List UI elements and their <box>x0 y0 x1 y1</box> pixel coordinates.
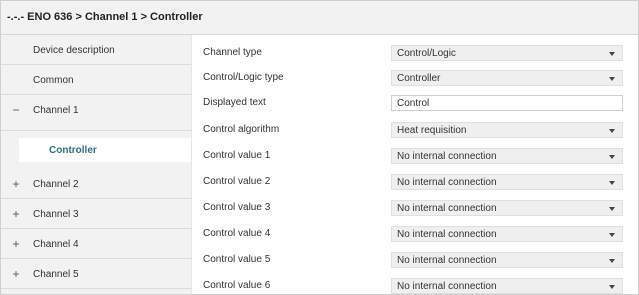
chevron-down-icon <box>609 207 615 211</box>
sidebar-item-device-description[interactable]: Device description <box>1 35 191 65</box>
sidebar-item-channel-1[interactable]: − Channel 1 <box>1 95 191 131</box>
chevron-down-icon <box>609 77 615 81</box>
control-algorithm-select[interactable]: Heat requisition <box>391 122 623 138</box>
select-value: No internal connection <box>397 255 497 266</box>
param-label: Control value 4 <box>203 228 271 239</box>
collapse-icon[interactable]: − <box>10 103 22 117</box>
control-value-2-select[interactable]: No internal connection <box>391 174 623 190</box>
chevron-down-icon <box>609 52 615 56</box>
sidebar-item-label: Channel 5 <box>33 269 79 280</box>
chevron-down-icon <box>609 233 615 237</box>
expand-icon[interactable]: + <box>10 207 22 221</box>
param-label: Channel type <box>203 47 262 58</box>
expand-icon[interactable]: + <box>10 237 22 251</box>
control-value-5-select[interactable]: No internal connection <box>391 252 623 268</box>
sidebar-item-channel-4[interactable]: + Channel 4 <box>1 229 191 259</box>
param-label: Control value 5 <box>203 254 271 265</box>
breadcrumb-bar: -.-.- ENO 636 > Channel 1 > Controller <box>1 1 638 35</box>
control-value-1-select[interactable]: No internal connection <box>391 148 623 164</box>
sidebar-item-channel-5[interactable]: + Channel 5 <box>1 259 191 289</box>
chevron-down-icon <box>609 155 615 159</box>
sidebar-item-label: Channel 1 <box>33 105 79 116</box>
select-value: No internal connection <box>397 151 497 162</box>
param-label: Control value 3 <box>203 202 271 213</box>
param-label: Displayed text <box>203 97 266 108</box>
param-label: Control algorithm <box>203 124 280 135</box>
sidebar-item-label: Channel 4 <box>33 239 79 250</box>
sidebar-item-label: Controller <box>49 145 97 156</box>
chevron-down-icon <box>609 181 615 185</box>
select-value: No internal connection <box>397 281 497 292</box>
chevron-down-icon <box>609 285 615 289</box>
sidebar: Device description Common − Channel 1 Co… <box>1 35 191 294</box>
sidebar-item-common[interactable]: Common <box>1 65 191 95</box>
param-label: Control/Logic type <box>203 72 284 83</box>
sidebar-item-label: Device description <box>33 45 115 56</box>
control-logic-type-select[interactable]: Controller <box>391 70 623 86</box>
control-value-3-select[interactable]: No internal connection <box>391 200 623 216</box>
channel-type-select[interactable]: Control/Logic <box>391 45 623 61</box>
select-value: Heat requisition <box>397 125 467 136</box>
sidebar-item-controller[interactable]: Controller <box>19 138 191 162</box>
select-value: No internal connection <box>397 229 497 240</box>
expand-icon[interactable]: + <box>10 177 22 191</box>
select-value: Controller <box>397 73 441 84</box>
sidebar-item-channel-3[interactable]: + Channel 3 <box>1 199 191 229</box>
breadcrumb: -.-.- ENO 636 > Channel 1 > Controller <box>7 11 203 23</box>
sidebar-item-label: Channel 3 <box>33 209 79 220</box>
sidebar-item-channel-2[interactable]: + Channel 2 <box>1 169 191 199</box>
input-value: Control <box>397 98 430 109</box>
param-label: Control value 2 <box>203 176 271 187</box>
sidebar-item-label: Channel 2 <box>33 179 79 190</box>
param-label: Control value 1 <box>203 150 271 161</box>
select-value: No internal connection <box>397 203 497 214</box>
select-value: Control/Logic <box>397 48 456 59</box>
app-window: -.-.- ENO 636 > Channel 1 > Controller D… <box>0 0 639 295</box>
displayed-text-input[interactable]: Control <box>391 95 623 111</box>
select-value: No internal connection <box>397 177 497 188</box>
chevron-down-icon <box>609 259 615 263</box>
expand-icon[interactable]: + <box>10 267 22 281</box>
param-label: Control value 6 <box>203 280 271 291</box>
control-value-6-select[interactable]: No internal connection <box>391 278 623 294</box>
chevron-down-icon <box>609 129 615 133</box>
sidebar-item-label: Common <box>33 75 74 86</box>
panel-divider <box>191 35 192 294</box>
control-value-4-select[interactable]: No internal connection <box>391 226 623 242</box>
